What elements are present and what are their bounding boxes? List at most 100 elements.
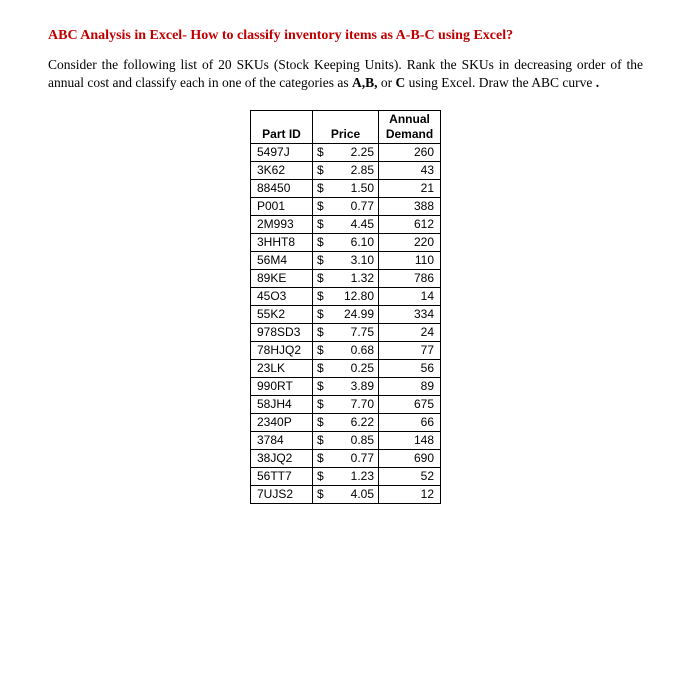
price-value: 2.25 [351,145,374,160]
cell-partid: 3784 [251,432,313,450]
cell-price: $0.68 [313,342,379,360]
table-row: 56TT7$1.2352 [251,468,441,486]
table-row: 3K62 $2.85 43 [251,162,441,180]
table-row: P001$0.77388 [251,198,441,216]
table-row: 23LK$0.2556 [251,360,441,378]
cell-price: $1.23 [313,468,379,486]
cell-price: $7.75 [313,324,379,342]
header-demand: Annual Demand [379,111,441,144]
price-value: 7.75 [351,325,374,340]
cell-price: $12.80 [313,288,379,306]
header-row: Part ID Price Annual Demand [251,111,441,144]
cell-partid: 56TT7 [251,468,313,486]
currency-symbol: $ [317,433,324,448]
currency-symbol: $ [317,415,324,430]
table-row: 55K2$24.99334 [251,306,441,324]
cell-demand: 52 [379,468,441,486]
intro-bold-ab: A,B, [352,75,378,90]
cell-price: $0.77 [313,450,379,468]
price-value: 24.99 [344,307,374,322]
currency-symbol: $ [317,181,324,196]
price-value: 1.50 [351,181,374,196]
table-row: 990RT$3.8989 [251,378,441,396]
page-title: ABC Analysis in Excel- How to classify i… [48,28,643,44]
price-value: 3.10 [351,253,374,268]
price-value: 0.77 [351,199,374,214]
currency-symbol: $ [317,379,324,394]
cell-partid: 3K62 [251,162,313,180]
cell-price: $0.25 [313,360,379,378]
cell-price: $2.25 [313,144,379,162]
cell-price: $6.22 [313,414,379,432]
cell-demand: 12 [379,486,441,504]
currency-symbol: $ [317,451,324,466]
cell-partid: 58JH4 [251,396,313,414]
price-value: 0.25 [351,361,374,376]
table-body: 5497J$2.252603K62$2.854388450$1.5021P001… [251,144,441,504]
cell-partid: 89KE [251,270,313,288]
table-row: 58JH4$7.70675 [251,396,441,414]
cell-demand: 148 [379,432,441,450]
cell-demand: 675 [379,396,441,414]
table-row: 3HHT8$6.10220 [251,234,441,252]
price-value: 4.05 [351,487,374,502]
price-value: 0.85 [351,433,374,448]
currency-symbol: $ [317,361,324,376]
currency-symbol: $ [317,253,324,268]
cell-demand: 66 [379,414,441,432]
cell-partid: 38JQ2 [251,450,313,468]
intro-text-2: or [378,75,396,90]
price-value: 4.45 [351,217,374,232]
table-row: 2340P$6.2266 [251,414,441,432]
price-value: 6.22 [351,415,374,430]
table-row: 45O3$12.8014 [251,288,441,306]
cell-partid: 45O3 [251,288,313,306]
cell-price: $7.70 [313,396,379,414]
price-value: 2.85 [351,163,374,178]
cell-price: $4.45 [313,216,379,234]
cell-partid: P001 [251,198,313,216]
cell-demand: 388 [379,198,441,216]
intro-paragraph: Consider the following list of 20 SKUs (… [48,56,643,92]
cell-partid: 23LK [251,360,313,378]
cell-partid: 5497J [251,144,313,162]
price-value: 3.89 [351,379,374,394]
table-row: 2M993$4.45612 [251,216,441,234]
currency-symbol: $ [317,469,324,484]
cell-demand: 612 [379,216,441,234]
price-value: 0.68 [351,343,374,358]
table-row: 38JQ2$0.77690 [251,450,441,468]
cell-partid: 3HHT8 [251,234,313,252]
currency-symbol: $ [317,235,324,250]
cell-price: $0.85 [313,432,379,450]
sku-table: Part ID Price Annual Demand 5497J$2.2526… [250,110,441,504]
cell-demand: 220 [379,234,441,252]
cell-demand: 260 [379,144,441,162]
cell-price: $24.99 [313,306,379,324]
currency-symbol: $ [317,271,324,286]
table-row: 3784$0.85148 [251,432,441,450]
currency-symbol: $ [317,163,324,178]
table-row: 56M4$3.10110 [251,252,441,270]
cell-demand: 43 [379,162,441,180]
intro-bold-c: C [396,75,406,90]
cell-partid: 88450 [251,180,313,198]
cell-price: $6.10 [313,234,379,252]
cell-demand: 24 [379,324,441,342]
currency-symbol: $ [317,325,324,340]
cell-demand: 334 [379,306,441,324]
price-value: 7.70 [351,397,374,412]
header-price: Price [313,111,379,144]
price-value: 6.10 [351,235,374,250]
cell-price: $3.89 [313,378,379,396]
intro-text-3: using Excel. Draw the ABC curve [405,75,595,90]
currency-symbol: $ [317,289,324,304]
intro-dot: . [596,75,599,90]
currency-symbol: $ [317,145,324,160]
cell-partid: 78HJQ2 [251,342,313,360]
cell-demand: 690 [379,450,441,468]
cell-price: $1.32 [313,270,379,288]
cell-partid: 7UJS2 [251,486,313,504]
cell-demand: 21 [379,180,441,198]
cell-price: $1.50 [313,180,379,198]
